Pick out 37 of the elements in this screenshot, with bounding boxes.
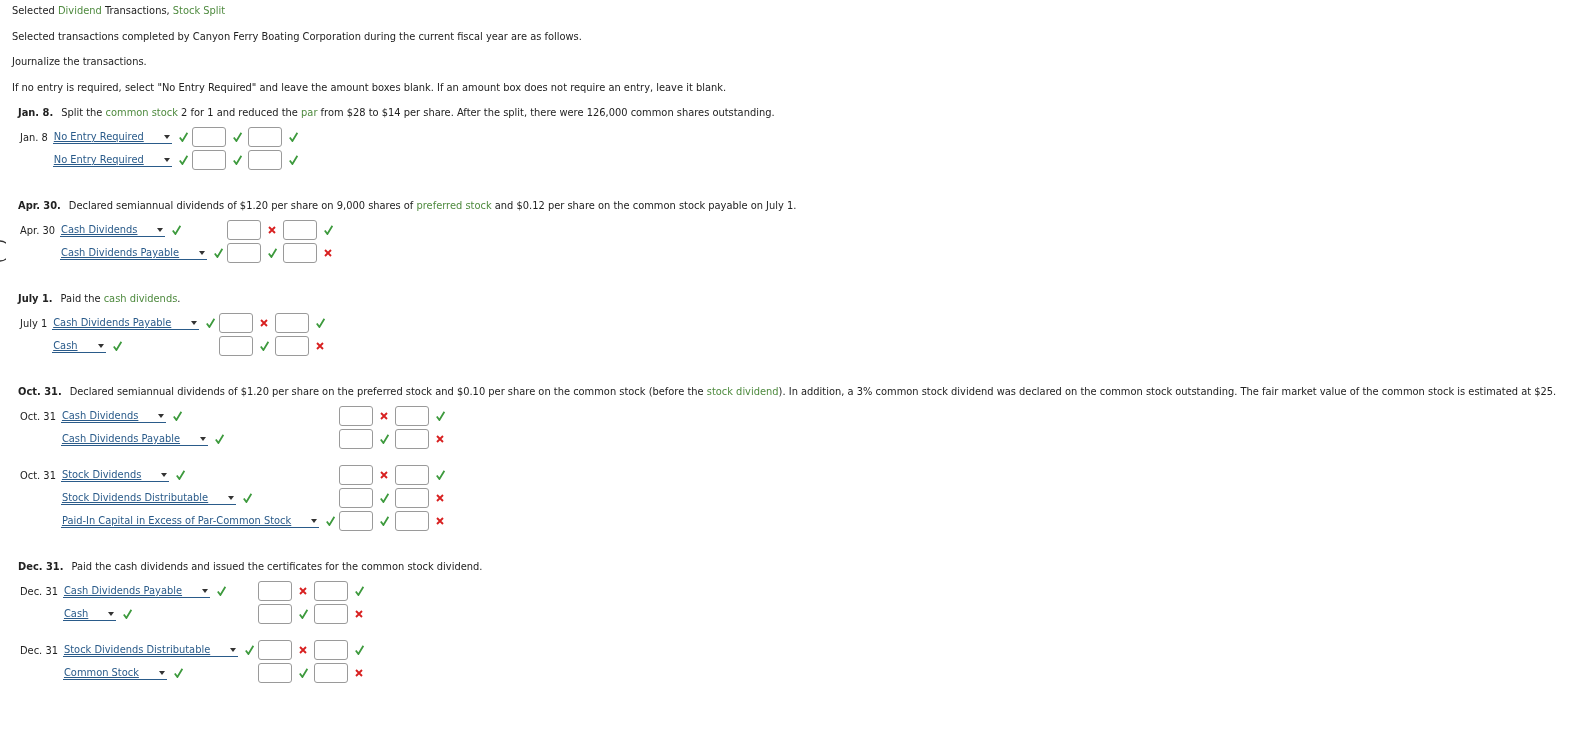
transaction-description: July 1. Paid the cash dividends. <box>18 293 182 305</box>
account-dropdown[interactable]: Cash Dividends Payable <box>60 246 208 260</box>
entry-date: Jan. 8 <box>20 131 49 143</box>
entry-date: Oct. 31 <box>20 410 57 422</box>
glossary-link[interactable]: preferred stock <box>416 200 492 211</box>
account-dropdown[interactable]: Cash Dividends <box>60 223 166 237</box>
glossary-link[interactable]: Dividend <box>57 5 102 16</box>
instruction-text: Selected transactions completed by Canyon Ferry Boating Corporation during the current fiscal year are as follows. <box>12 30 583 43</box>
entry-date: Apr. 30 <box>20 224 57 236</box>
account-dropdown[interactable]: Cash Dividends Payable <box>52 316 200 330</box>
account-dropdown[interactable]: No Entry Required <box>52 153 172 167</box>
entry-date: Dec. 31 <box>20 585 59 597</box>
instruction-text: Journalize the transactions. <box>12 56 148 68</box>
transaction-description: Dec. 31. Paid the cash dividends and issued the certificates for the common stock dividend. <box>18 561 484 573</box>
entry-date: July 1 <box>20 317 49 329</box>
account-dropdown[interactable]: Stock Dividends Distributable <box>62 643 239 657</box>
account-dropdown[interactable]: Cash Dividends Payable <box>60 432 209 446</box>
account-dropdown[interactable]: Cash Dividends <box>60 409 167 423</box>
entry-date: Oct. 31 <box>20 469 57 481</box>
account-dropdown[interactable]: Stock Dividends <box>60 468 170 482</box>
account-dropdown[interactable]: Cash Dividends Payable <box>62 584 211 598</box>
glossary-link[interactable]: par <box>301 107 318 118</box>
transaction-description: Apr. 30. Declared semiannual dividends of $1.20 per share on 9,000 shares of preferred stock and $0.12 per share on the common stock payable on July 1. <box>18 200 798 212</box>
account-dropdown[interactable]: Paid-In Capital in Excess of Par-Common Stock <box>60 514 320 528</box>
glossary-link[interactable]: Stock Split <box>172 5 226 16</box>
account-dropdown[interactable]: Common Stock <box>62 666 167 680</box>
account-dropdown[interactable]: Stock Dividends Distributable <box>60 491 237 505</box>
glossary-link[interactable]: common stock <box>105 107 178 118</box>
entry-date: Dec. 31 <box>20 644 59 656</box>
glossary-link[interactable]: stock dividend <box>706 386 779 397</box>
instruction-text: If no entry is required, select "No Entry Required" and leave the amount boxes blank. If an amount box does not require an entry, leave it blank. <box>12 81 728 94</box>
transaction-description: Jan. 8. Split the common stock 2 for 1 and reduced the par from $28 to $14 per share. After the split, there were 126,000 common shares outstanding. <box>18 107 776 119</box>
account-dropdown[interactable]: Cash <box>52 339 106 353</box>
account-dropdown[interactable]: No Entry Required <box>52 130 172 144</box>
transaction-description: Oct. 31. Declared semiannual dividends of $1.20 per share on the preferred stock and $0.10 per share on the common stock (before the stock dividend). In addition, a 3% common stock dividend was declared on the common stock outstanding. The fair market value of the common stock is estimated at $25. <box>18 386 1558 398</box>
page-title: Selected Dividend Transactions, Stock Split <box>12 5 227 17</box>
account-dropdown[interactable]: Cash <box>62 607 117 621</box>
